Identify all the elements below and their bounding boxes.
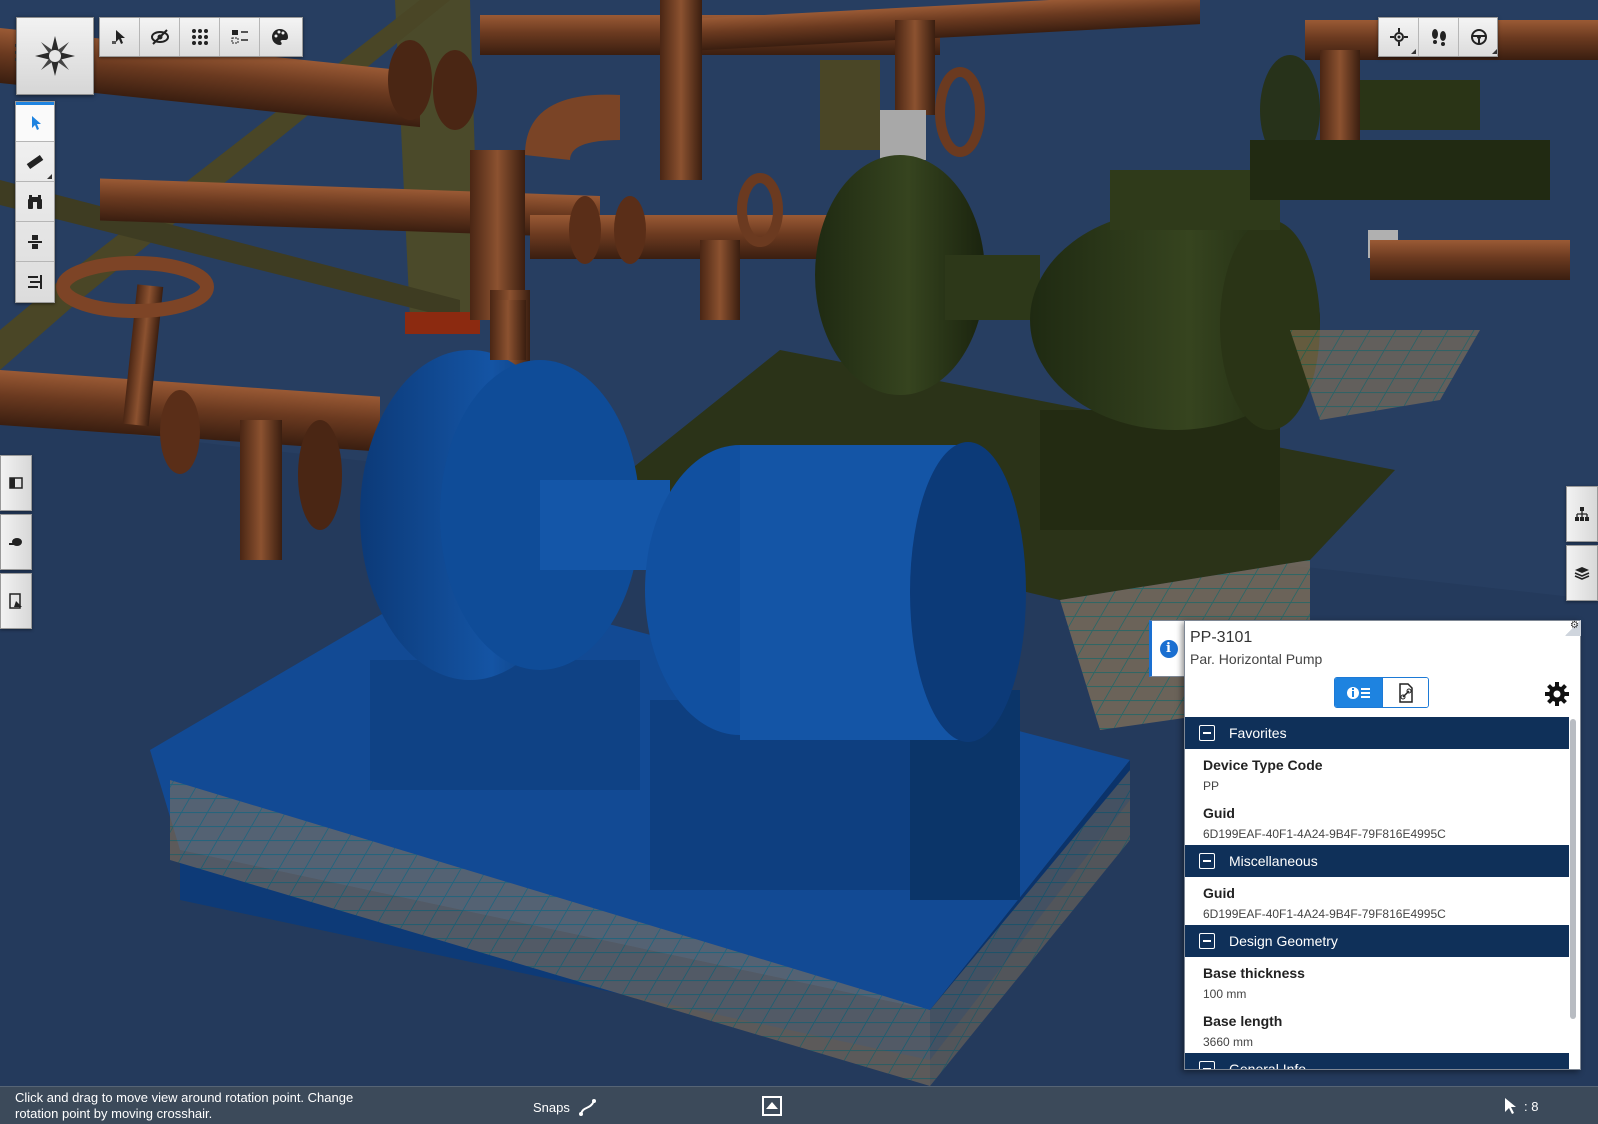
collapse-panel-icon	[9, 477, 23, 489]
property-value: PP	[1203, 779, 1220, 793]
group-header-favorites[interactable]: Favorites	[1185, 717, 1569, 749]
property-row: Base length 3660 mm	[1185, 1005, 1569, 1053]
collapse-minus-icon[interactable]	[1199, 933, 1215, 949]
navigation-toolbar	[1378, 17, 1498, 57]
rotation-point-icon	[1389, 28, 1408, 46]
select-tool-icon	[111, 30, 125, 44]
collapse-minus-icon[interactable]	[1199, 1061, 1215, 1069]
grid-dots-icon	[191, 29, 208, 45]
steering-wheel-icon	[1471, 29, 1487, 45]
properties-panel: ⚙ PP-3101 Par. Horizontal Pump Favorites…	[1184, 620, 1581, 1070]
select-mode-button[interactable]	[16, 102, 54, 142]
collapse-panel-tab[interactable]	[0, 455, 32, 511]
markup-tab[interactable]	[0, 514, 32, 570]
selection-count-value: : 8	[1524, 1098, 1539, 1114]
property-value: 3660 mm	[1203, 1035, 1254, 1049]
group-title: Miscellaneous	[1229, 853, 1318, 869]
group-title: Favorites	[1229, 725, 1287, 741]
left-toolbar	[15, 101, 55, 303]
snaps-label: Snaps	[533, 1099, 570, 1115]
object-name: PP-3101	[1190, 629, 1253, 646]
clip-plane-icon	[28, 234, 42, 249]
measure-ruler-icon	[26, 154, 44, 169]
small-gear-icon: ⚙	[1570, 620, 1579, 631]
group-title: General Info	[1229, 1061, 1307, 1069]
home-view-icon[interactable]	[762, 1096, 782, 1116]
snap-curve-icon	[578, 1099, 596, 1116]
group-header-design-geometry[interactable]: Design Geometry	[1185, 925, 1569, 957]
info-icon: i	[1159, 639, 1178, 658]
clip-button[interactable]	[16, 222, 54, 262]
hide-eye-icon	[150, 29, 169, 45]
model-tree-tab[interactable]	[1566, 486, 1598, 542]
section-button[interactable]	[16, 262, 54, 302]
appearance-button[interactable]	[260, 18, 300, 56]
select-cursor-icon	[32, 116, 41, 130]
binoculars-icon	[28, 194, 42, 209]
top-toolbar	[99, 17, 303, 57]
view-toggle	[1334, 677, 1429, 708]
snaps-toggle[interactable]: Snaps	[533, 1098, 598, 1116]
property-list-scrollbar[interactable]	[1570, 719, 1576, 1019]
property-label: Guid	[1203, 805, 1235, 821]
selection-set-button[interactable]	[220, 18, 260, 56]
find-button[interactable]	[16, 182, 54, 222]
property-label: Base thickness	[1203, 965, 1305, 981]
hide-button[interactable]	[140, 18, 180, 56]
property-row: Guid 6D199EAF-40F1-4A24-9B4F-79F816E4995…	[1185, 877, 1569, 925]
collapse-minus-icon[interactable]	[1199, 853, 1215, 869]
documents-view-button[interactable]	[1382, 678, 1428, 707]
measure-button[interactable]	[16, 142, 54, 182]
status-hint: Click and drag to move view around rotat…	[15, 1090, 354, 1121]
select-tool-button[interactable]	[100, 18, 140, 56]
cursor-arrow-icon	[1505, 1098, 1516, 1114]
property-value: 6D199EAF-40F1-4A24-9B4F-79F816E4995C	[1203, 907, 1446, 921]
info-list-icon	[1346, 686, 1370, 699]
report-tab[interactable]	[0, 573, 32, 629]
property-label: Device Type Code	[1203, 757, 1323, 773]
walk-footsteps-icon	[1431, 29, 1446, 46]
property-value: 100 mm	[1203, 987, 1247, 1001]
info-panel-tab[interactable]: i	[1149, 620, 1185, 677]
collapse-minus-icon[interactable]	[1199, 725, 1215, 741]
status-bar: Click and drag to move view around rotat…	[0, 1086, 1598, 1124]
selection-counter: : 8	[1504, 1097, 1538, 1115]
document-link-icon	[1398, 682, 1413, 703]
markup-brush-icon	[9, 538, 22, 546]
group-title: Design Geometry	[1229, 933, 1338, 949]
settings-gear-icon[interactable]	[1544, 681, 1570, 707]
main-menu-button[interactable]	[16, 17, 94, 95]
object-type: Par. Horizontal Pump	[1190, 651, 1323, 667]
layers-icon	[1574, 567, 1590, 580]
steering-button[interactable]	[1459, 18, 1499, 56]
compass-logo-icon	[35, 36, 75, 76]
property-label: Base length	[1203, 1013, 1283, 1029]
section-tool-icon	[28, 275, 42, 289]
group-header-miscellaneous[interactable]: Miscellaneous	[1185, 845, 1569, 877]
model-tree-icon	[1575, 507, 1589, 521]
rotation-point-button[interactable]	[1379, 18, 1419, 56]
layers-tab[interactable]	[1566, 545, 1598, 601]
group-header-general-info[interactable]: General Info	[1185, 1053, 1569, 1069]
panel-config-corner[interactable]: ⚙	[1565, 620, 1581, 636]
property-row: Device Type Code PP	[1185, 749, 1569, 797]
palette-icon	[272, 29, 288, 45]
walk-button[interactable]	[1419, 18, 1459, 56]
report-icon	[9, 593, 22, 609]
property-list: Favorites Device Type Code PP Guid 6D199…	[1185, 717, 1569, 1069]
property-row: Base thickness 100 mm	[1185, 957, 1569, 1005]
selection-set-icon	[231, 30, 248, 44]
property-row: Guid 6D199EAF-40F1-4A24-9B4F-79F816E4995…	[1185, 797, 1569, 845]
properties-view-button[interactable]	[1335, 678, 1382, 707]
property-label: Guid	[1203, 885, 1235, 901]
property-value: 6D199EAF-40F1-4A24-9B4F-79F816E4995C	[1203, 827, 1446, 841]
grid-button[interactable]	[180, 18, 220, 56]
